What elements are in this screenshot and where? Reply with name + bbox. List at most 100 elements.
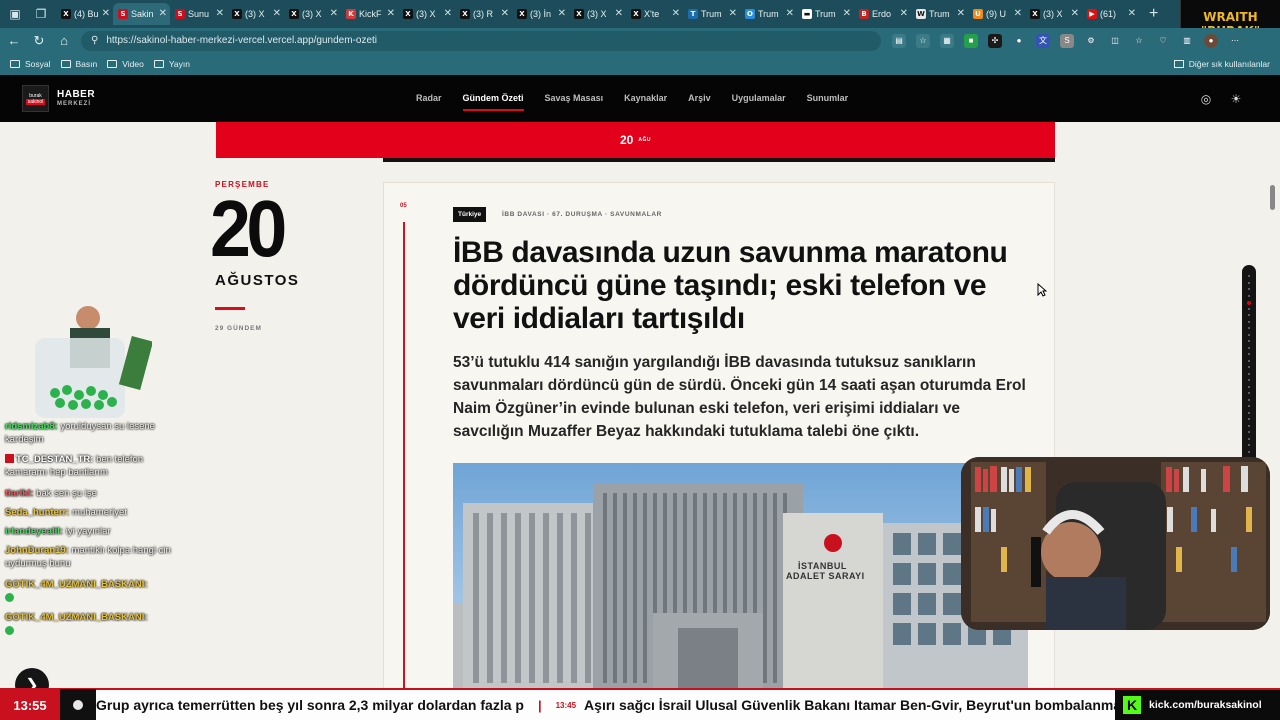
tab-close-icon[interactable]: ✕ [1014,8,1022,19]
chat-username[interactable]: GOTIK_4M_UZMANI_BASKANI: [5,579,148,590]
chat-username[interactable]: irlandeyealil: [5,526,63,537]
address-bar[interactable]: ⚲ https://sakinol-haber-merkezi-vercel.v… [81,30,881,51]
section-dot[interactable] [1248,346,1250,349]
tab-close-icon[interactable]: ✕ [330,8,338,19]
section-dot[interactable] [1248,437,1250,440]
tab-close-icon[interactable]: ✕ [273,8,281,19]
section-dot[interactable] [1248,398,1250,401]
tab-close-icon[interactable]: ✕ [615,8,623,19]
favorites-icon[interactable]: ☆ [1132,33,1146,48]
green-extension-icon[interactable]: ■ [964,33,978,48]
favorite-star-icon[interactable]: ☆ [916,33,930,48]
nav-item[interactable]: Radar [416,93,442,103]
browser-tab[interactable]: S Sakin ✕ [113,3,170,25]
section-dot[interactable] [1248,444,1250,446]
nav-item[interactable]: Kaynaklar [624,93,667,103]
tab-close-icon[interactable]: ✕ [900,8,908,19]
tab-close-icon[interactable]: ✕ [159,8,167,19]
grid-extension-icon[interactable]: ▦ [940,33,954,48]
nav-item[interactable]: Uygulamalar [732,93,786,103]
browser-tab[interactable]: K KickF ✕ [341,3,398,25]
section-dot[interactable] [1248,320,1250,323]
chat-username[interactable]: Seda_hunterr: [5,507,69,518]
section-dot[interactable] [1248,307,1250,310]
nav-item[interactable]: Savaş Masası [545,93,604,103]
browser-tab[interactable]: B Erdo ✕ [854,3,911,25]
home-icon[interactable]: ⌂ [53,30,75,52]
target-icon[interactable]: ◎ [1197,90,1215,108]
browser-tab[interactable]: X (3) İn ✕ [512,3,569,25]
workspaces-icon[interactable]: ❐ [30,3,52,25]
tab-menu-icon[interactable]: ▣ [4,3,26,25]
tab-close-icon[interactable]: ✕ [216,8,224,19]
circle-extension-icon[interactable]: ● [1012,33,1026,48]
browser-tab[interactable]: X (3) X ✕ [1025,3,1082,25]
nav-item[interactable]: Sunumlar [807,93,849,103]
section-dot[interactable] [1248,379,1250,381]
profile-avatar[interactable]: ● [1204,33,1218,48]
split-view-icon[interactable]: ◫ [1108,33,1122,48]
tab-close-icon[interactable]: ✕ [786,8,794,19]
page-scrollbar-thumb[interactable] [1270,185,1275,210]
browser-tab[interactable]: X (3) X ✕ [227,3,284,25]
browser-tab[interactable]: X (3) X ✕ [569,3,626,25]
new-tab-icon[interactable]: + [1149,5,1158,23]
reload-icon[interactable]: ↻ [28,30,50,52]
section-dot[interactable] [1248,411,1250,414]
menu-icon[interactable]: ⋯ [1228,33,1242,48]
bookmark-folder-basin[interactable]: Basın [60,59,97,69]
nav-item[interactable]: Gündem Özeti [462,93,524,111]
section-dot[interactable] [1248,281,1250,284]
chat-username[interactable]: JohnDuran19: [5,545,69,556]
collections-icon[interactable]: ▥ [1180,33,1194,48]
section-dot[interactable] [1248,418,1250,420]
chat-username[interactable]: GOTIK_4M_UZMANI_BASKANI: [5,612,148,623]
section-dot[interactable] [1248,327,1250,329]
puzzle-extension-icon[interactable]: ✣ [988,33,1002,48]
browser-tab[interactable]: T Trum ✕ [683,3,740,25]
tab-close-icon[interactable]: ✕ [672,8,680,19]
browser-tab[interactable]: X (3) X ✕ [284,3,341,25]
other-favorites[interactable]: Diğer sık kullanılanlar [1173,59,1270,69]
section-dot[interactable] [1248,366,1250,368]
tab-close-icon[interactable]: ✕ [102,8,110,19]
tab-close-icon[interactable]: ✕ [729,8,737,19]
section-dot[interactable] [1248,372,1250,375]
tab-close-icon[interactable]: ✕ [387,8,395,19]
browser-tab[interactable]: W Trum ✕ [911,3,968,25]
section-dot[interactable] [1248,294,1250,297]
tab-close-icon[interactable]: ✕ [843,8,851,19]
chat-username[interactable]: ridsmizab8: [5,421,58,432]
browser-tab[interactable]: X (3) R ✕ [455,3,512,25]
bookmark-folder-sosyal[interactable]: Sosyal [10,59,51,69]
browser-tab[interactable]: S Sunu ✕ [170,3,227,25]
section-scroll-indicator[interactable] [1242,265,1256,465]
section-dot[interactable] [1248,385,1250,388]
chat-username[interactable]: tlarikl: [5,488,34,499]
tab-close-icon[interactable]: ✕ [957,8,965,19]
nav-item[interactable]: Arşiv [688,93,711,103]
section-dot[interactable] [1248,353,1250,355]
browser-tab[interactable]: U (9) U ✕ [968,3,1025,25]
section-dot[interactable] [1248,333,1250,336]
browser-tab[interactable]: ▬ Trum ✕ [797,3,854,25]
browser-tab[interactable]: X X'te ✕ [626,3,683,25]
region-tag[interactable]: Türkiye [453,207,487,222]
heart-icon[interactable]: ♡ [1156,33,1170,48]
reader-icon[interactable]: ▤ [892,33,906,48]
tab-close-icon[interactable]: ✕ [501,8,509,19]
browser-tab[interactable]: O Trum ✕ [740,3,797,25]
site-info-icon[interactable]: ⚲ [91,35,98,46]
browser-tab[interactable]: X (3) X ✕ [398,3,455,25]
section-dot[interactable] [1248,405,1250,407]
section-dot[interactable] [1248,450,1250,453]
back-icon[interactable]: ← [3,30,25,52]
section-dot[interactable] [1248,424,1250,427]
section-dot[interactable] [1247,301,1251,305]
site-logo[interactable]: burak sakinol [22,85,49,112]
section-dot[interactable] [1248,431,1250,433]
browser-tab[interactable]: X (4) Bu ✕ [56,3,113,25]
tab-close-icon[interactable]: ✕ [1071,8,1079,19]
bookmark-folder-video[interactable]: Video [107,59,144,69]
tab-close-icon[interactable]: ✕ [444,8,452,19]
